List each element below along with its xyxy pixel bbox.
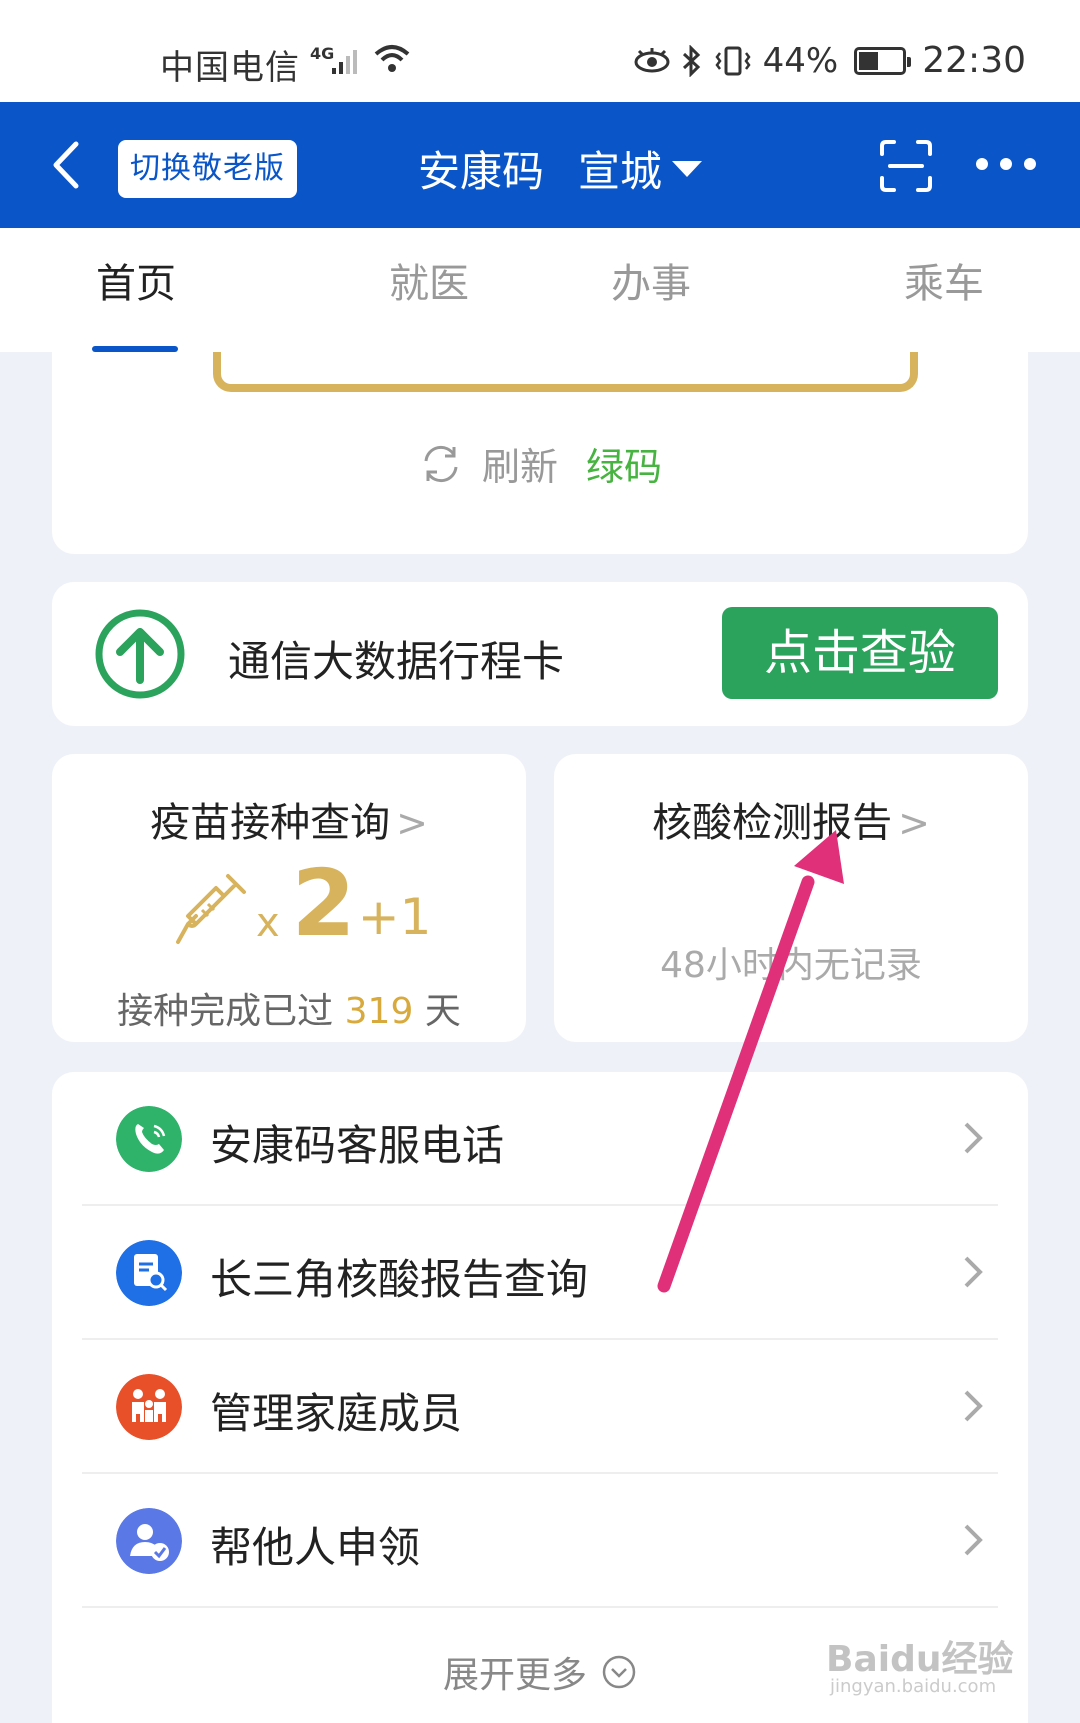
watermark-logo: Baidu经验 [826, 1639, 1014, 1680]
phone-icon [116, 1106, 182, 1172]
report-search-icon [116, 1240, 182, 1306]
chevron-right-icon [964, 1122, 983, 1154]
vaccine-title: 疫苗接种查询 [150, 800, 391, 846]
refresh-icon[interactable] [418, 441, 464, 487]
more-options-icon[interactable] [976, 158, 1036, 170]
expand-more-label[interactable]: 展开更多 [443, 1646, 587, 1698]
city-selector[interactable]: 宣城 [578, 138, 662, 199]
vaccine-title-row[interactable]: 疫苗接种查询 > [52, 790, 526, 848]
battery-percent: 44% [762, 40, 839, 81]
bluetooth-icon [682, 44, 700, 77]
refresh-row[interactable]: 刷新 绿码 [418, 436, 662, 491]
chevron-down-circle-icon[interactable] [601, 1654, 637, 1690]
service-label: 长三角核酸报告查询 [210, 1255, 589, 1304]
health-code-card: 刷新 绿码 [52, 352, 1028, 554]
status-right: 44% 22:30 [633, 40, 1026, 81]
family-icon [116, 1374, 182, 1440]
service-list-card: 安康码客服电话 长三角核酸报告查询 管理家庭成员 帮他人申领 展开更多 [52, 1072, 1028, 1723]
list-item[interactable]: 帮他人申领 [82, 1474, 998, 1608]
battery-icon [854, 46, 912, 75]
service-label: 安康码客服电话 [210, 1121, 505, 1170]
chevron-right-icon: > [396, 801, 428, 845]
tab-bar: 首页 就医 办事 乘车 [0, 228, 1080, 352]
refresh-label[interactable]: 刷新 [482, 436, 558, 491]
service-label: 管理家庭成员 [210, 1389, 463, 1438]
test-report-card[interactable]: 核酸检测报告 > 48小时内无记录 [554, 754, 1028, 1042]
vaccine-doses: 2 [291, 850, 356, 957]
list-item[interactable]: 安康码客服电话 [82, 1072, 998, 1206]
test-report-title: 核酸检测报告 [652, 800, 893, 846]
tab-medical[interactable]: 就医 [318, 228, 540, 352]
vaccine-multiplier: x [256, 900, 280, 946]
chevron-right-icon [964, 1390, 983, 1422]
chevron-right-icon [964, 1256, 983, 1288]
scan-icon[interactable] [878, 138, 934, 194]
status-bar: 中国电信 4G 44% 22:30 [0, 0, 1080, 102]
elder-mode-button[interactable]: 切换敬老版 [118, 140, 297, 198]
test-report-title-row[interactable]: 核酸检测报告 > [554, 790, 1028, 848]
list-item[interactable]: 管理家庭成员 [82, 1340, 998, 1474]
vaccine-days-text: 接种完成已过 319 天 [52, 982, 526, 1034]
vaccine-card[interactable]: 疫苗接种查询 > x 2 +1 接种完成已过 319 天 [52, 754, 526, 1042]
user-check-icon [116, 1508, 182, 1574]
itinerary-card: 通信大数据行程卡 点击查验 [52, 582, 1028, 726]
caret-down-icon[interactable] [672, 160, 703, 177]
tab-services[interactable]: 办事 [540, 228, 762, 352]
watermark-url: jingyan.baidu.com [830, 1676, 997, 1697]
days-suffix: 天 [424, 991, 461, 1032]
carrier-name: 中国电信 [160, 48, 300, 88]
vibrate-icon [715, 46, 751, 75]
tab-home[interactable]: 首页 [0, 228, 318, 352]
service-label: 帮他人申领 [210, 1523, 421, 1572]
signal-icon [332, 50, 357, 74]
clock: 22:30 [922, 40, 1026, 81]
test-report-status: 48小时内无记录 [660, 945, 922, 986]
chevron-right-icon [964, 1524, 983, 1556]
verify-button[interactable]: 点击查验 [722, 607, 998, 699]
page-title: 安康码 [418, 147, 545, 196]
wifi-icon [374, 45, 410, 72]
days-prefix: 接种完成已过 [117, 991, 334, 1032]
back-arrow-icon[interactable] [46, 138, 86, 192]
vaccine-booster: +1 [357, 888, 432, 946]
eye-icon [634, 47, 670, 72]
chevron-right-icon: > [898, 801, 930, 845]
syringe-icon [176, 874, 246, 944]
title-area: 安康码 宣城 [418, 138, 703, 199]
arrow-up-circle-icon [95, 609, 185, 699]
app-bar: 切换敬老版 安康码 宣城 [0, 102, 1080, 228]
code-status: 绿码 [586, 445, 663, 489]
itinerary-label: 通信大数据行程卡 [228, 637, 565, 686]
qr-code-frame [213, 352, 918, 392]
battery-fill [859, 51, 878, 70]
days-count: 319 [344, 991, 414, 1032]
tab-transit[interactable]: 乘车 [762, 228, 1080, 352]
vaccine-dose-row: x 2 +1 [170, 858, 431, 950]
list-item[interactable]: 长三角核酸报告查询 [82, 1206, 998, 1340]
